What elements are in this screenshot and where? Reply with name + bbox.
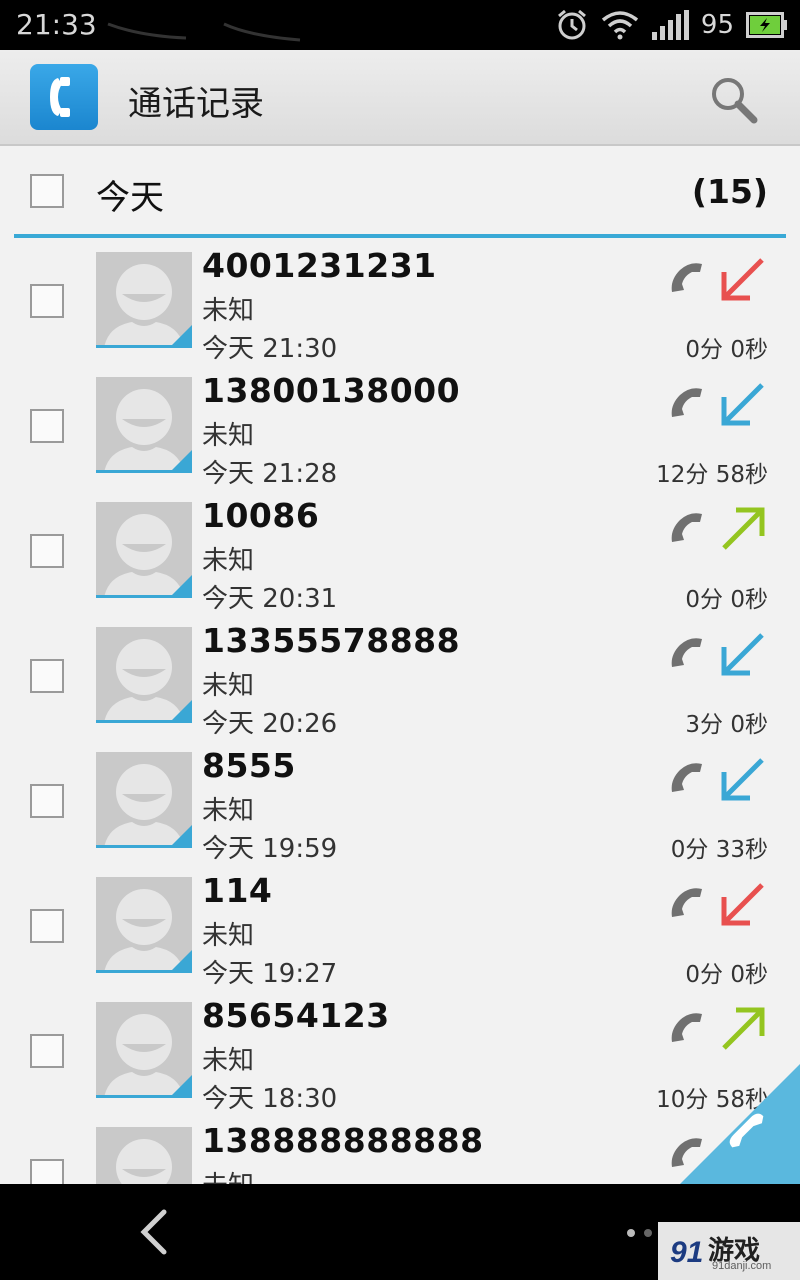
- call-select-checkbox[interactable]: [30, 1034, 64, 1068]
- handset-icon[interactable]: [668, 887, 708, 923]
- handset-icon[interactable]: [668, 387, 708, 423]
- avatar[interactable]: [96, 627, 192, 723]
- call-contact-name: 未知: [202, 546, 255, 576]
- missed-call-arrow-icon: [721, 258, 764, 301]
- call-row[interactable]: 13800138000 未知今天 21:28 12分 58秒: [0, 363, 800, 489]
- incoming-call-arrow-icon: [721, 383, 764, 426]
- call-time: 今天 21:28: [202, 459, 338, 489]
- call-time: 今天 18:30: [202, 1084, 338, 1114]
- call-row[interactable]: 8555 未知今天 19:59 0分 33秒: [0, 738, 800, 864]
- call-time: 今天 20:26: [202, 709, 338, 739]
- handset-icon[interactable]: [668, 762, 708, 798]
- call-row[interactable]: 13355578888 未知今天 20:26 3分 0秒: [0, 613, 800, 739]
- call-contact-name: 未知: [202, 421, 255, 451]
- avatar-corner-mark: [172, 825, 192, 845]
- action-bar: 通话记录: [0, 50, 800, 146]
- call-select-checkbox[interactable]: [30, 534, 64, 568]
- avatar[interactable]: [96, 1127, 192, 1184]
- handset-icon[interactable]: [668, 637, 708, 673]
- call-contact-name: 未知: [202, 796, 255, 826]
- call-contact-name: 未知: [202, 921, 255, 951]
- avatar-corner-mark: [172, 1075, 192, 1095]
- call-select-checkbox[interactable]: [30, 784, 64, 818]
- navigation-bar: 91 游戏 91danji.com: [0, 1184, 800, 1280]
- watermark-logo: 91: [670, 1236, 703, 1269]
- call-contact-name: 未知: [202, 1046, 255, 1076]
- call-number: 138888888888: [202, 1121, 484, 1160]
- svg-text:91: 91: [670, 1236, 703, 1269]
- call-duration: 12分 58秒: [656, 462, 768, 488]
- section-count: (15): [691, 172, 768, 211]
- call-select-checkbox[interactable]: [30, 284, 64, 318]
- alarm-icon: [557, 9, 586, 40]
- status-icons: 95: [555, 8, 788, 42]
- wifi-icon: [601, 11, 639, 40]
- call-log-list[interactable]: 4001231231 未知 今天 21:30 0分 0秒 13800138000 未知 今天…: [0, 238, 800, 1184]
- call-time: 今天 21:30: [202, 334, 338, 364]
- handset-icon[interactable]: [668, 512, 708, 548]
- call-duration: 0分 0秒: [685, 962, 768, 988]
- incoming-call-arrow-icon: [721, 758, 764, 801]
- avatar-corner-mark: [172, 450, 192, 470]
- call-row[interactable]: 10086 未知今天 20:31 0分 0秒: [0, 488, 800, 614]
- dial-button[interactable]: [680, 1064, 800, 1184]
- signal-icon: [651, 10, 689, 40]
- avatar[interactable]: [96, 252, 192, 348]
- call-time: 今天 20:31: [202, 584, 338, 614]
- missed-call-arrow-icon: [721, 883, 764, 926]
- call-number: 4001231231: [202, 246, 437, 285]
- battery-charging-icon: [746, 12, 787, 38]
- status-scribble: [107, 22, 301, 42]
- call-number: 13355578888: [202, 621, 461, 660]
- page-title: 通话记录: [128, 84, 264, 124]
- status-bar: 21:33 95: [0, 0, 800, 50]
- call-number: 10086: [202, 496, 320, 535]
- page-indicator-dots: [627, 1229, 652, 1237]
- section-header-today: 今天 (15): [0, 148, 800, 238]
- call-row[interactable]: 4001231231 未知今天 21:30 0分 0秒: [0, 238, 800, 364]
- search-icon[interactable]: [706, 72, 762, 128]
- call-select-checkbox[interactable]: [30, 909, 64, 943]
- avatar[interactable]: [96, 377, 192, 473]
- battery-level: 95: [700, 10, 734, 40]
- watermark: 91 游戏 91danji.com: [658, 1222, 800, 1280]
- outgoing-call-arrow-icon: [722, 1007, 765, 1050]
- select-all-checkbox[interactable]: [30, 174, 64, 208]
- avatar[interactable]: [96, 502, 192, 598]
- phone-app-icon[interactable]: [30, 64, 98, 130]
- call-contact-name: 未知: [202, 296, 255, 326]
- avatar[interactable]: [96, 1002, 192, 1098]
- avatar[interactable]: [96, 752, 192, 848]
- avatar-corner-mark: [172, 325, 192, 345]
- avatar[interactable]: [96, 877, 192, 973]
- status-time: 21:33: [16, 8, 97, 41]
- call-number: 114: [202, 871, 273, 910]
- handset-icon[interactable]: [668, 1012, 708, 1048]
- call-row[interactable]: 114 未知今天 19:27 0分 0秒: [0, 863, 800, 989]
- call-duration: 0分 0秒: [685, 337, 768, 363]
- section-title: 今天: [96, 178, 164, 218]
- call-select-checkbox[interactable]: [30, 659, 64, 693]
- call-number: 8555: [202, 746, 296, 785]
- call-contact-name: 未知: [202, 671, 255, 701]
- call-contact-name: 未知: [202, 1165, 254, 1184]
- call-select-checkbox[interactable]: [30, 409, 64, 443]
- avatar-corner-mark: [172, 950, 192, 970]
- call-number: 13800138000: [202, 371, 461, 410]
- watermark-url: 91danji.com: [712, 1260, 772, 1272]
- call-duration: 0分 33秒: [670, 837, 768, 863]
- incoming-call-arrow-icon: [721, 633, 764, 676]
- outgoing-call-arrow-icon: [722, 507, 765, 550]
- call-time: 今天 19:59: [202, 834, 338, 864]
- call-duration: 3分 0秒: [685, 712, 768, 738]
- call-time: 今天 19:27: [202, 959, 338, 989]
- call-duration: 0分 0秒: [685, 587, 768, 613]
- call-select-checkbox[interactable]: [30, 1159, 64, 1184]
- back-arrow-icon[interactable]: [136, 1208, 172, 1256]
- default-avatar-icon: [116, 1139, 172, 1184]
- handset-icon[interactable]: [668, 262, 708, 298]
- avatar-corner-mark: [172, 700, 192, 720]
- call-number: 85654123: [202, 996, 390, 1035]
- avatar-corner-mark: [172, 575, 192, 595]
